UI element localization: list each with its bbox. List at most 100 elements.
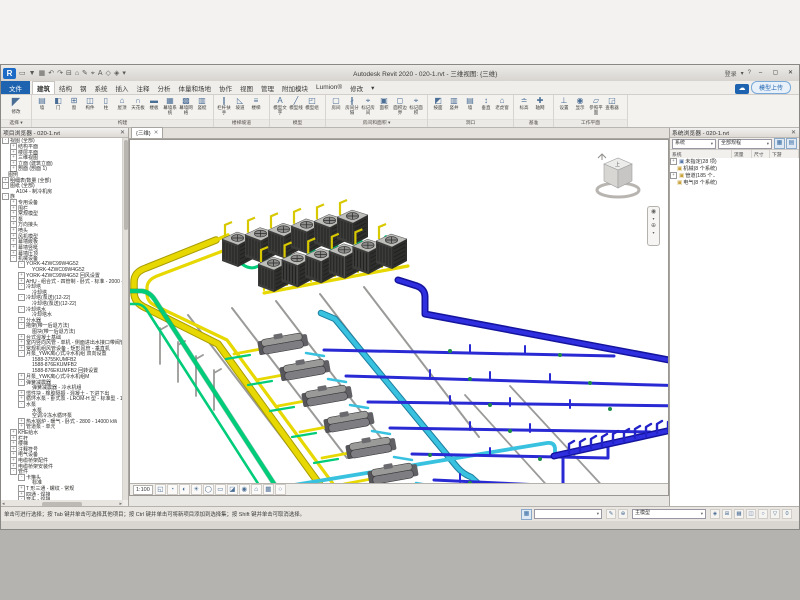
ribbon-tab[interactable]: Lumion® [312, 81, 346, 94]
qat-icon[interactable]: ✎ [82, 69, 88, 78]
signin-caret-icon[interactable]: ▾ [741, 70, 744, 77]
system-browser-tool-icon[interactable]: ▤ [786, 138, 797, 149]
ribbon-tool[interactable]: ◺坡道 [232, 96, 248, 115]
ribbon-tool[interactable]: ∥栏杆扶手 [216, 96, 232, 115]
ribbon-tool[interactable]: ◻面积边界 [392, 96, 408, 115]
ribbon-tool[interactable]: ◤修改 [3, 96, 29, 114]
ribbon-tool[interactable]: ◫构件 [82, 96, 98, 115]
qat-icon[interactable]: ▭ [19, 69, 26, 78]
worksets-dropdown[interactable]: ▾ [534, 509, 602, 519]
expander-icon[interactable]: - [2, 193, 9, 200]
system-row[interactable]: ▣ 电气(8 个系统) [670, 179, 799, 186]
ribbon-tab[interactable]: 钢 [76, 81, 91, 94]
expander-icon[interactable]: - [18, 261, 25, 268]
view-control-icon[interactable]: ☀ [191, 484, 202, 495]
expander-icon[interactable]: - [10, 255, 17, 262]
ribbon-tool[interactable]: ▬楼板 [146, 96, 162, 115]
ribbon-tool[interactable]: ▥竖梃 [194, 96, 210, 115]
status-filter-icon[interactable]: ⊞ [722, 509, 732, 519]
view-control-icon[interactable]: ⌂ [251, 484, 262, 495]
ribbon-tool[interactable]: ▱参照平面 [588, 96, 604, 115]
status-filter-icon[interactable]: ○ [758, 509, 768, 519]
ribbon-tool[interactable]: ◲查看器 [604, 96, 620, 115]
system-row[interactable]: + ▣ 管道(185 个.. [670, 172, 799, 179]
file-tab[interactable]: 文件 [1, 81, 30, 94]
expander-icon[interactable]: - [2, 182, 9, 189]
qat-icon[interactable]: ▼ [29, 69, 36, 78]
qat-icon[interactable]: ↶ [48, 69, 54, 78]
ribbon-tab[interactable]: 视图 [236, 81, 257, 94]
expander-icon[interactable]: - [2, 138, 9, 144]
ribbon-tool[interactable]: ▯柱 [98, 96, 114, 115]
ribbon-tool[interactable]: ⌂屋顶 [114, 96, 130, 115]
qat-icon[interactable]: ⊟ [66, 69, 72, 78]
ribbon-tool[interactable]: ⌖标记房间 [360, 96, 376, 115]
expander-icon[interactable] [26, 363, 31, 368]
discipline-filter-dropdown[interactable]: 全部规程▾ [718, 139, 772, 149]
expander-icon[interactable]: - [18, 306, 25, 313]
ribbon-tab[interactable]: 分析 [154, 81, 175, 94]
system-filter-dropdown[interactable]: 系统▾ [672, 139, 716, 149]
system-row[interactable]: + ▣ 未指定(28 项) [670, 158, 799, 165]
status-filter-icon[interactable]: ▽ [770, 509, 780, 519]
ribbon-tool[interactable]: ◉显示 [572, 96, 588, 115]
nav-caret-icon[interactable]: ▾ [652, 216, 654, 221]
view-control-icon[interactable]: ◐ [179, 484, 190, 495]
ribbon-tool[interactable]: ▤墙 [34, 96, 50, 115]
view-tab-close-icon[interactable]: ✕ [154, 130, 159, 136]
ribbon-group-label[interactable]: 房间和面积 ▾ [326, 119, 427, 127]
view-tab-3d[interactable]: {三维} ✕ [131, 127, 163, 138]
signin-button[interactable]: 登录 [725, 69, 737, 78]
view-control-icon[interactable]: ○ [275, 484, 286, 495]
ribbon-tool[interactable]: ╱模型线 [288, 96, 304, 115]
system-row[interactable]: ▣ 机械(8 个系统) [670, 165, 799, 172]
expander-icon[interactable] [670, 180, 675, 185]
expander-icon[interactable] [670, 166, 675, 171]
close-icon[interactable]: ✕ [119, 129, 126, 136]
qat-icon[interactable]: ⌂ [75, 69, 79, 78]
ribbon-tab[interactable]: 建筑 [32, 81, 55, 94]
status-filter-icon[interactable]: ◈ [710, 509, 720, 519]
expander-icon[interactable] [26, 408, 31, 413]
link-icon[interactable]: ⊕ [618, 509, 628, 519]
ribbon-tab[interactable]: ▾ [367, 81, 378, 94]
system-browser-tool-icon[interactable]: ▦ [774, 138, 785, 149]
ribbon-tool[interactable]: ≐标高 [516, 96, 532, 110]
expander-icon[interactable]: - [18, 294, 25, 301]
system-browser-header[interactable]: 系统浏览器 - 020-1.rvt ✕ [670, 128, 799, 138]
ribbon-tool[interactable]: ⊥设置 [556, 96, 572, 115]
ribbon-tool[interactable]: ∩天花板 [130, 96, 146, 115]
expander-icon[interactable]: - [18, 401, 25, 408]
ribbon-group-label[interactable]: 选择 ▾ [1, 119, 31, 127]
status-filter-icon[interactable]: ▦ [734, 509, 744, 519]
status-filter-icon[interactable]: 0 [782, 509, 792, 519]
zoom-caret-icon[interactable]: ▾ [652, 230, 654, 235]
view-control-icon[interactable]: ◱ [155, 484, 166, 495]
expander-icon[interactable]: - [18, 322, 25, 329]
project-browser-header[interactable]: 项目浏览器 - 020-1.rvt ✕ [1, 128, 128, 138]
model-viewport[interactable]: 上 ◉ ▾ ⊕ ▾ 1:100 ◱◔◐ [129, 139, 669, 496]
viewcube[interactable]: 上 [594, 150, 642, 202]
qat-icon[interactable]: ▦ [39, 69, 46, 78]
design-options-dropdown[interactable]: 主模型▾ [632, 509, 706, 519]
ribbon-tool[interactable]: ▦幕墙系统 [162, 96, 178, 115]
view-control-icon[interactable]: ◪ [227, 484, 238, 495]
ribbon-tool[interactable]: ▩幕墙网格 [178, 96, 194, 115]
ribbon-tool[interactable]: ▥竖井 [446, 96, 462, 110]
expander-icon[interactable]: - [18, 379, 25, 386]
status-filter-icon[interactable]: ◫ [746, 509, 756, 519]
ribbon-tool[interactable]: ▤墙 [462, 96, 478, 110]
ribbon-tab[interactable]: 结构 [55, 81, 76, 94]
navigation-bar[interactable]: ◉ ▾ ⊕ ▾ [647, 206, 660, 246]
ribbon-tool[interactable]: ↕垂直 [478, 96, 494, 110]
ribbon-tool[interactable]: ▢房间 [328, 96, 344, 115]
help-icon[interactable]: ? [748, 70, 751, 76]
close-icon[interactable]: ✕ [790, 129, 797, 136]
qat-icon[interactable]: ⌖ [91, 69, 95, 78]
qat-icon[interactable]: A [98, 69, 103, 78]
ribbon-tool[interactable]: ◩按面 [430, 96, 446, 110]
tree-vertical-scrollbar[interactable] [123, 138, 128, 500]
steering-wheel-icon[interactable]: ◉ [651, 208, 656, 215]
ribbon-tab[interactable]: 插入 [112, 81, 133, 94]
ribbon-tool[interactable]: ◧门 [50, 96, 66, 115]
